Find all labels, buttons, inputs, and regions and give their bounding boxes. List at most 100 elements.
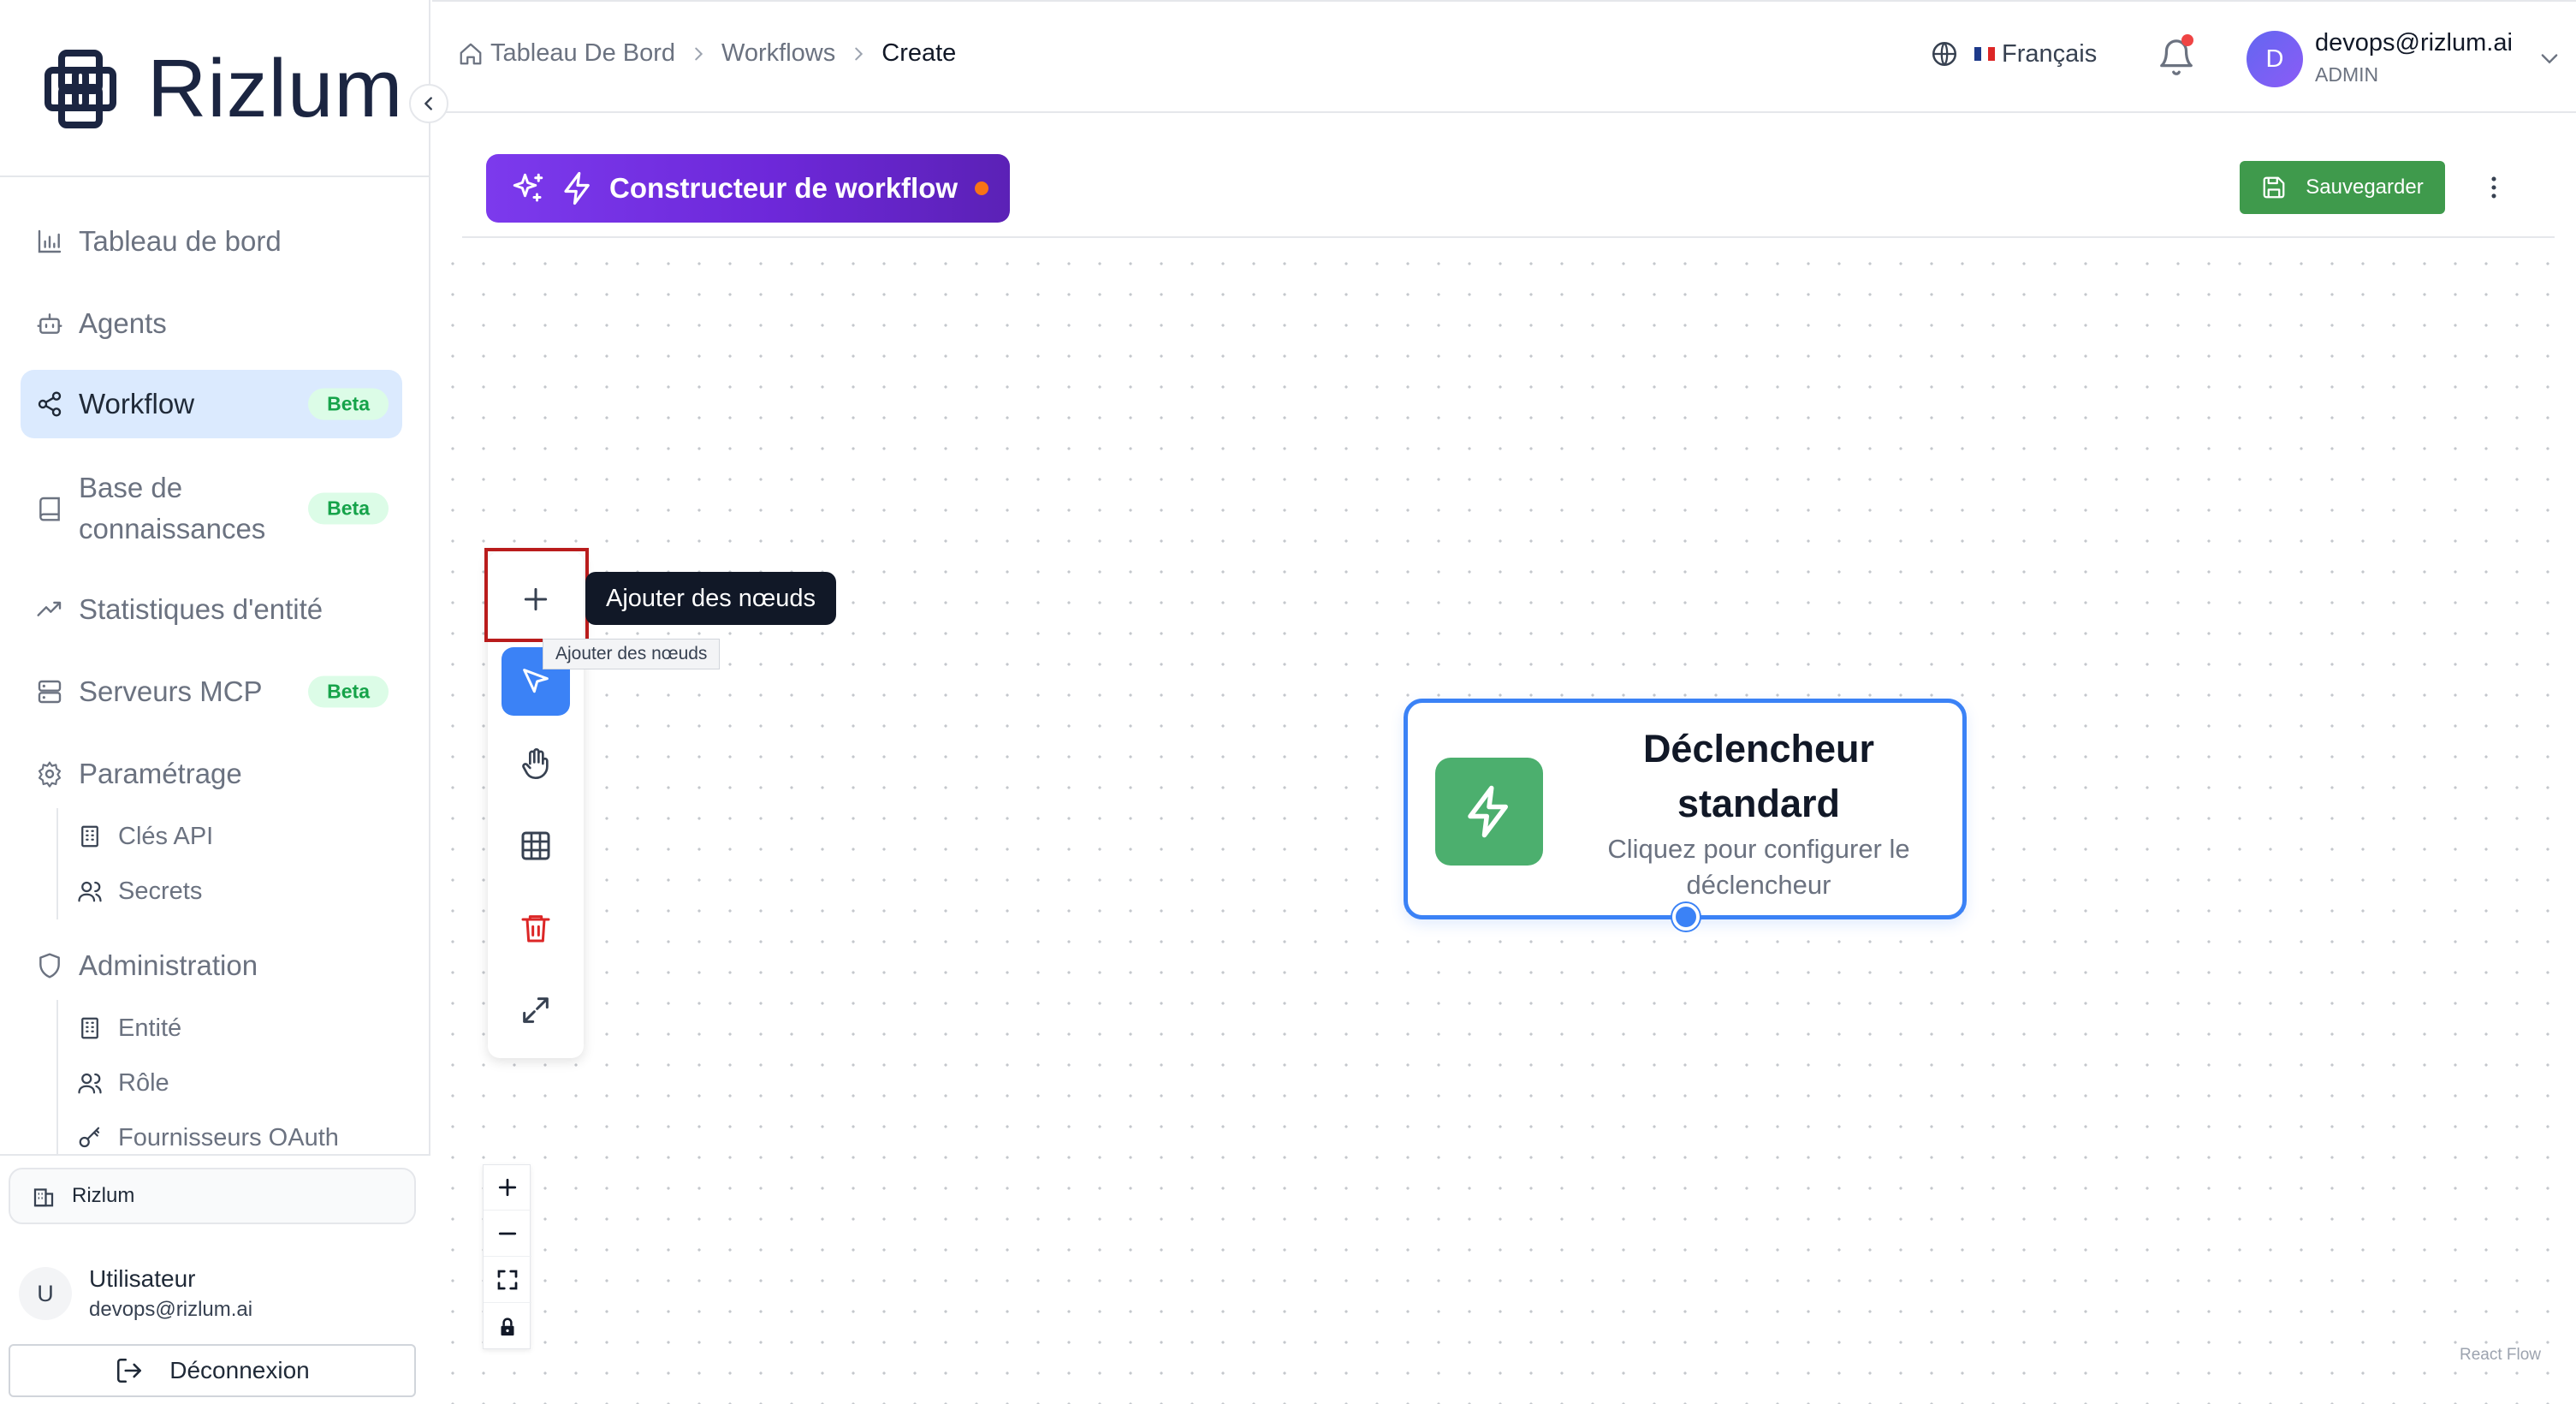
lightning-icon bbox=[564, 171, 590, 205]
save-button[interactable]: Sauvegarder bbox=[2240, 161, 2445, 214]
sidebar-item-label: Statistiques d'entité bbox=[79, 593, 323, 625]
globe-icon bbox=[1932, 41, 1957, 67]
logout-icon bbox=[117, 1358, 142, 1383]
node-output-handle[interactable] bbox=[1672, 903, 1700, 931]
lock-icon bbox=[501, 1317, 514, 1336]
account-email[interactable]: devops@rizlum.ai bbox=[2315, 29, 2513, 57]
sidebar-item-label: Base de connaissances bbox=[79, 472, 266, 544]
breadcrumb: Tableau De Bord Workflows Create bbox=[458, 39, 956, 68]
breadcrumb-workflows[interactable]: Workflows bbox=[721, 39, 835, 68]
sidebar-item-settings[interactable]: Paramétrage bbox=[21, 740, 402, 808]
logout-label: Déconnexion bbox=[169, 1357, 310, 1383]
bot-icon bbox=[37, 313, 62, 334]
more-options-icon[interactable] bbox=[2479, 173, 2508, 202]
sidebar-item-workflow[interactable]: Workflow Beta bbox=[21, 370, 402, 438]
grid-icon bbox=[521, 831, 550, 860]
book-icon bbox=[39, 497, 60, 521]
sidebar-subitem-api-keys[interactable]: Clés API bbox=[77, 815, 213, 858]
beta-badge: Beta bbox=[308, 675, 389, 708]
fullscreen-button[interactable] bbox=[502, 976, 570, 1044]
user-name: Utilisateur bbox=[89, 1265, 196, 1292]
sidebar-item-dashboard[interactable]: Tableau de bord bbox=[21, 207, 402, 276]
building-icon bbox=[33, 1188, 54, 1207]
collapse-sidebar-button[interactable] bbox=[409, 84, 448, 123]
breadcrumb-dashboard[interactable]: Tableau De Bord bbox=[490, 39, 675, 68]
sidebar-subitem-label: Fournisseurs OAuth bbox=[118, 1123, 339, 1151]
grid-toggle-button[interactable] bbox=[502, 812, 570, 880]
sidebar-item-mcp-servers[interactable]: Serveurs MCP Beta bbox=[21, 657, 402, 726]
pan-tool-button[interactable] bbox=[502, 729, 570, 798]
sidebar-item-agents[interactable]: Agents bbox=[21, 289, 402, 358]
shield-icon bbox=[39, 953, 60, 979]
notification-dot bbox=[2181, 34, 2193, 46]
sidebar-item-label: Administration bbox=[79, 949, 258, 981]
save-label: Sauvegarder bbox=[2306, 176, 2424, 199]
native-title-tooltip: Ajouter des nœuds bbox=[543, 639, 721, 669]
sidebar-item-administration[interactable]: Administration bbox=[21, 931, 402, 1000]
language-switcher[interactable]: Français bbox=[1930, 39, 2097, 68]
users-icon bbox=[78, 1073, 102, 1094]
sidebar-item-label: Paramétrage bbox=[79, 758, 242, 789]
building-icon bbox=[81, 1017, 98, 1039]
chevron-left-icon bbox=[424, 97, 432, 110]
zoom-controls bbox=[483, 1164, 531, 1349]
save-icon bbox=[2263, 176, 2285, 199]
beta-badge: Beta bbox=[308, 492, 389, 525]
sidebar-subitem-label: Clés API bbox=[118, 822, 214, 850]
sidebar-subitem-label: Entité bbox=[118, 1014, 182, 1042]
breadcrumb-current: Create bbox=[881, 39, 957, 67]
zoom-in-button[interactable] bbox=[484, 1165, 531, 1211]
account-avatar[interactable]: D bbox=[2247, 31, 2303, 87]
sidebar-subitem-oauth-providers[interactable]: Fournisseurs OAuth bbox=[77, 1116, 339, 1159]
gear-icon bbox=[38, 761, 62, 788]
react-flow-attribution[interactable]: React Flow bbox=[2460, 1346, 2541, 1365]
chevron-right-icon bbox=[695, 47, 703, 60]
unsaved-indicator-dot bbox=[975, 181, 989, 195]
trigger-node[interactable]: Déclencheur standard Cliquez pour config… bbox=[1404, 699, 1967, 919]
trigger-node-icon bbox=[1435, 758, 1543, 866]
cursor-arrow-icon bbox=[523, 669, 549, 693]
bar-chart-icon bbox=[38, 229, 62, 253]
fit-view-button[interactable] bbox=[484, 1258, 531, 1303]
sidebar-subitem-label: Secrets bbox=[118, 877, 203, 905]
sidebar-item-label: Serveurs MCP bbox=[79, 675, 263, 707]
top-bar: Tableau De Bord Workflows Create Françai… bbox=[432, 0, 2576, 113]
sidebar-subitem-secrets[interactable]: Secrets bbox=[77, 870, 202, 913]
workflow-builder-title: Constructeur de workflow bbox=[486, 154, 1010, 223]
sidebar-item-knowledge-base[interactable]: Base de connaissances Beta bbox=[21, 466, 402, 551]
sidebar-item-label: Agents bbox=[79, 307, 167, 339]
organization-name: Rizlum bbox=[72, 1184, 135, 1207]
sidebar-subitem-entity[interactable]: Entité bbox=[77, 1007, 181, 1050]
account-role: ADMIN bbox=[2315, 63, 2379, 86]
chevron-down-icon[interactable] bbox=[2537, 46, 2561, 70]
sidebar-subitem-label: Rôle bbox=[118, 1068, 169, 1097]
plus-icon bbox=[498, 1178, 517, 1197]
lightning-icon bbox=[1468, 785, 1508, 838]
sidebar-subitem-role[interactable]: Rôle bbox=[77, 1062, 169, 1104]
sidebar: Rizlum Tableau de bord Agents Workflow B… bbox=[0, 0, 448, 1404]
sidebar-item-label: Workflow bbox=[79, 388, 195, 419]
sparkles-icon bbox=[513, 173, 543, 202]
add-nodes-button[interactable] bbox=[502, 565, 570, 634]
user-email: devops@rizlum.ai bbox=[89, 1298, 253, 1321]
builder-title-text: Constructeur de workflow bbox=[609, 172, 959, 204]
key-icon bbox=[79, 1127, 100, 1148]
trigger-node-description: Cliquez pour configurer le déclencheur bbox=[1607, 834, 1910, 900]
lock-button[interactable] bbox=[484, 1304, 531, 1349]
zoom-out-button[interactable] bbox=[484, 1211, 531, 1257]
fit-view-icon bbox=[497, 1270, 518, 1290]
home-icon[interactable] bbox=[458, 41, 484, 67]
organization-switcher[interactable]: Rizlum bbox=[9, 1168, 416, 1224]
brand-name: Rizlum bbox=[147, 43, 404, 134]
chevron-right-icon bbox=[855, 47, 864, 60]
logout-button[interactable]: Déconnexion bbox=[9, 1344, 416, 1397]
french-flag-icon bbox=[1974, 47, 1995, 61]
minus-icon bbox=[498, 1232, 517, 1235]
delete-button[interactable] bbox=[502, 894, 570, 962]
building-icon bbox=[81, 825, 98, 848]
language-label: Français bbox=[2002, 39, 2098, 68]
hand-icon bbox=[522, 748, 549, 779]
expand-icon bbox=[523, 997, 549, 1023]
logo-area: Rizlum bbox=[0, 0, 430, 177]
sidebar-item-entity-stats[interactable]: Statistiques d'entité bbox=[21, 575, 402, 644]
